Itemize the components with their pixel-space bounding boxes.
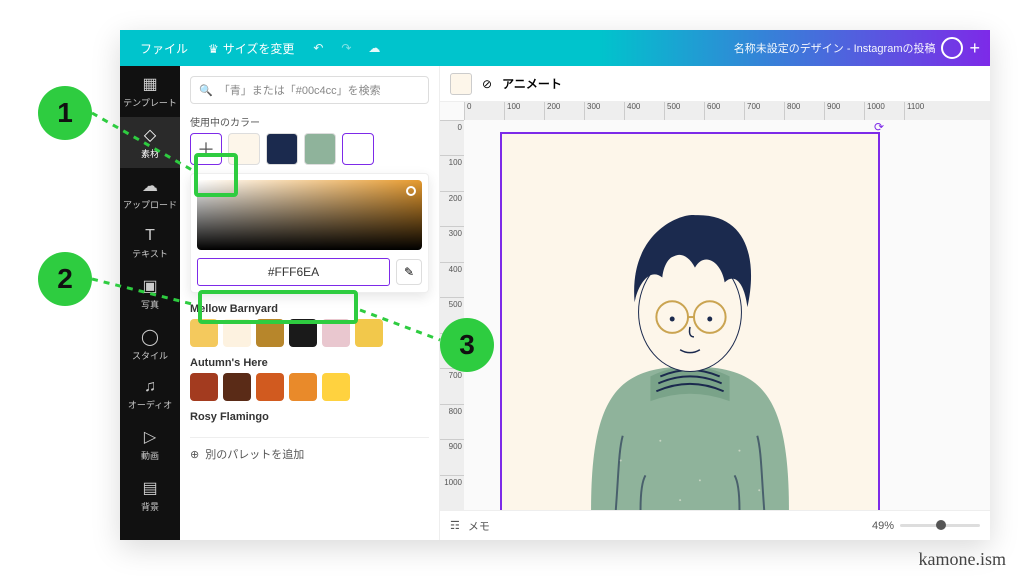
palette-swatch[interactable] <box>190 319 218 347</box>
color-swatch[interactable] <box>342 133 374 165</box>
animate-icon: ⊘ <box>482 77 492 91</box>
cloud-sync-icon[interactable]: ☁ <box>360 41 388 55</box>
rail-item-素材[interactable]: ◇ 素材 <box>120 117 180 168</box>
rail-item-オーディオ[interactable]: ♫ オーディオ <box>120 370 180 419</box>
redo-icon[interactable]: ↷ <box>332 41 360 55</box>
search-icon: 🔍 <box>199 84 213 97</box>
add-color-button[interactable]: ＋ <box>190 133 222 165</box>
annotation-3: 3 <box>440 318 494 372</box>
rail-label: 写真 <box>141 300 159 310</box>
inuse-swatches: ＋ <box>190 133 429 165</box>
memo-button[interactable]: メモ <box>468 518 490 534</box>
annotation-1: 1 <box>38 86 92 140</box>
artwork-illustration <box>502 134 878 510</box>
palette-swatch[interactable] <box>223 319 251 347</box>
add-palette-button[interactable]: ⊕ 別のパレットを追加 <box>190 437 429 462</box>
memo-icon: ☶ <box>450 519 460 532</box>
palette-swatch[interactable] <box>289 373 317 401</box>
fill-color-chip[interactable] <box>450 73 472 95</box>
hex-input[interactable] <box>197 258 390 286</box>
palette-swatch[interactable] <box>223 373 251 401</box>
rail-item-背景[interactable]: ▤ 背景 <box>120 470 180 521</box>
canvas-footer: ☶ メモ 49% <box>440 510 990 540</box>
rail-item-テキスト[interactable]: T テキスト <box>120 219 180 268</box>
palette-swatch[interactable] <box>190 373 218 401</box>
document-title[interactable]: 名称未設定のデザイン - Instagramの投稿 <box>734 40 936 56</box>
gradient-handle[interactable] <box>406 186 416 196</box>
rail-label: オーディオ <box>128 400 172 410</box>
palette-name: Autumn's Here <box>190 357 429 369</box>
zoom-slider[interactable] <box>900 524 980 527</box>
canvas-area: ⊘ アニメート 01002003004005006007008009001000… <box>440 66 990 540</box>
inuse-label: 使用中のカラー <box>190 114 429 129</box>
palette-row <box>190 319 429 347</box>
color-swatch[interactable] <box>304 133 336 165</box>
workspace: ▦ テンプレート ◇ 素材 ☁ アップロード T テキスト ▣ 写真 ◯ スタイル ♫ オーディオ ▷ 動画 ▤… <box>120 66 990 540</box>
resize-button[interactable]: サイズを変更 <box>198 34 304 63</box>
rail-item-動画[interactable]: ▷ 動画 <box>120 419 180 470</box>
canvas-stage[interactable]: ⟳ <box>500 132 880 510</box>
rail-icon: ▤ <box>120 478 180 498</box>
horizontal-ruler: 010020030040050060070080090010001100 <box>464 102 990 120</box>
canvas-toolbar: ⊘ アニメート <box>440 66 990 102</box>
rail-icon: ◇ <box>120 125 180 145</box>
rail-item-スタイル[interactable]: ◯ スタイル <box>120 319 180 370</box>
rail-icon: ▷ <box>120 427 180 447</box>
rail-label: アップロード <box>123 200 177 210</box>
color-picker: ✎ <box>190 173 429 293</box>
rail-label: テキスト <box>132 249 168 259</box>
eyedropper-button[interactable]: ✎ <box>396 259 422 285</box>
file-menu[interactable]: ファイル <box>130 34 198 63</box>
rail-label: スタイル <box>132 351 168 361</box>
palette-swatch[interactable] <box>322 373 350 401</box>
signature: kamone.ism <box>919 549 1007 570</box>
color-gradient-area[interactable] <box>197 180 422 250</box>
rail-label: 動画 <box>141 451 159 461</box>
palette-swatch[interactable] <box>256 319 284 347</box>
add-palette-label: 別のパレットを追加 <box>205 446 304 462</box>
color-swatch[interactable] <box>266 133 298 165</box>
rail-icon: ▣ <box>120 276 180 296</box>
annotation-2: 2 <box>38 252 92 306</box>
user-avatar[interactable] <box>941 37 963 59</box>
palette-swatch[interactable] <box>322 319 350 347</box>
color-panel: 🔍 「青」または「#00c4cc」を検索 使用中のカラー ＋ ✎ Mellow … <box>180 66 440 540</box>
zoom-controls: 49% <box>872 520 980 532</box>
palette-name: Mellow Barnyard <box>190 303 429 315</box>
rail-item-テンプレート[interactable]: ▦ テンプレート <box>120 66 180 117</box>
rail-icon: ♫ <box>120 378 180 396</box>
zoom-value[interactable]: 49% <box>872 520 894 532</box>
left-rail: ▦ テンプレート ◇ 素材 ☁ アップロード T テキスト ▣ 写真 ◯ スタイル ♫ オーディオ ▷ 動画 ▤… <box>120 66 180 540</box>
undo-icon[interactable]: ↶ <box>304 41 332 55</box>
palette-swatch[interactable] <box>256 373 284 401</box>
rail-item-アップロード[interactable]: ☁ アップロード <box>120 168 180 219</box>
top-menu-bar: ファイル サイズを変更 ↶ ↷ ☁ 名称未設定のデザイン - Instagram… <box>120 30 990 66</box>
rail-icon: ▦ <box>120 74 180 94</box>
rail-label: 素材 <box>141 149 159 159</box>
add-collaborator-button[interactable]: + <box>969 38 980 59</box>
color-swatch[interactable] <box>228 133 260 165</box>
search-placeholder: 「青」または「#00c4cc」を検索 <box>219 82 381 98</box>
ruler-viewport: 010020030040050060070080090010001100 010… <box>440 102 990 510</box>
rail-label: 背景 <box>141 502 159 512</box>
rail-label: テンプレート <box>123 98 177 108</box>
rail-icon: T <box>120 227 180 245</box>
vertical-ruler: 01002003004005006007008009001000 <box>440 120 464 510</box>
app-window: ファイル サイズを変更 ↶ ↷ ☁ 名称未設定のデザイン - Instagram… <box>120 30 990 540</box>
palette-swatch[interactable] <box>355 319 383 347</box>
color-search[interactable]: 🔍 「青」または「#00c4cc」を検索 <box>190 76 429 104</box>
animate-button[interactable]: アニメート <box>502 75 562 92</box>
rail-icon: ☁ <box>120 176 180 196</box>
palette-row <box>190 373 429 401</box>
rotate-handle-icon[interactable]: ⟳ <box>874 120 892 138</box>
palette-swatch[interactable] <box>289 319 317 347</box>
palette-icon: ⊕ <box>190 448 199 461</box>
rail-item-写真[interactable]: ▣ 写真 <box>120 268 180 319</box>
palette-name: Rosy Flamingo <box>190 411 429 423</box>
rail-icon: ◯ <box>120 327 180 347</box>
